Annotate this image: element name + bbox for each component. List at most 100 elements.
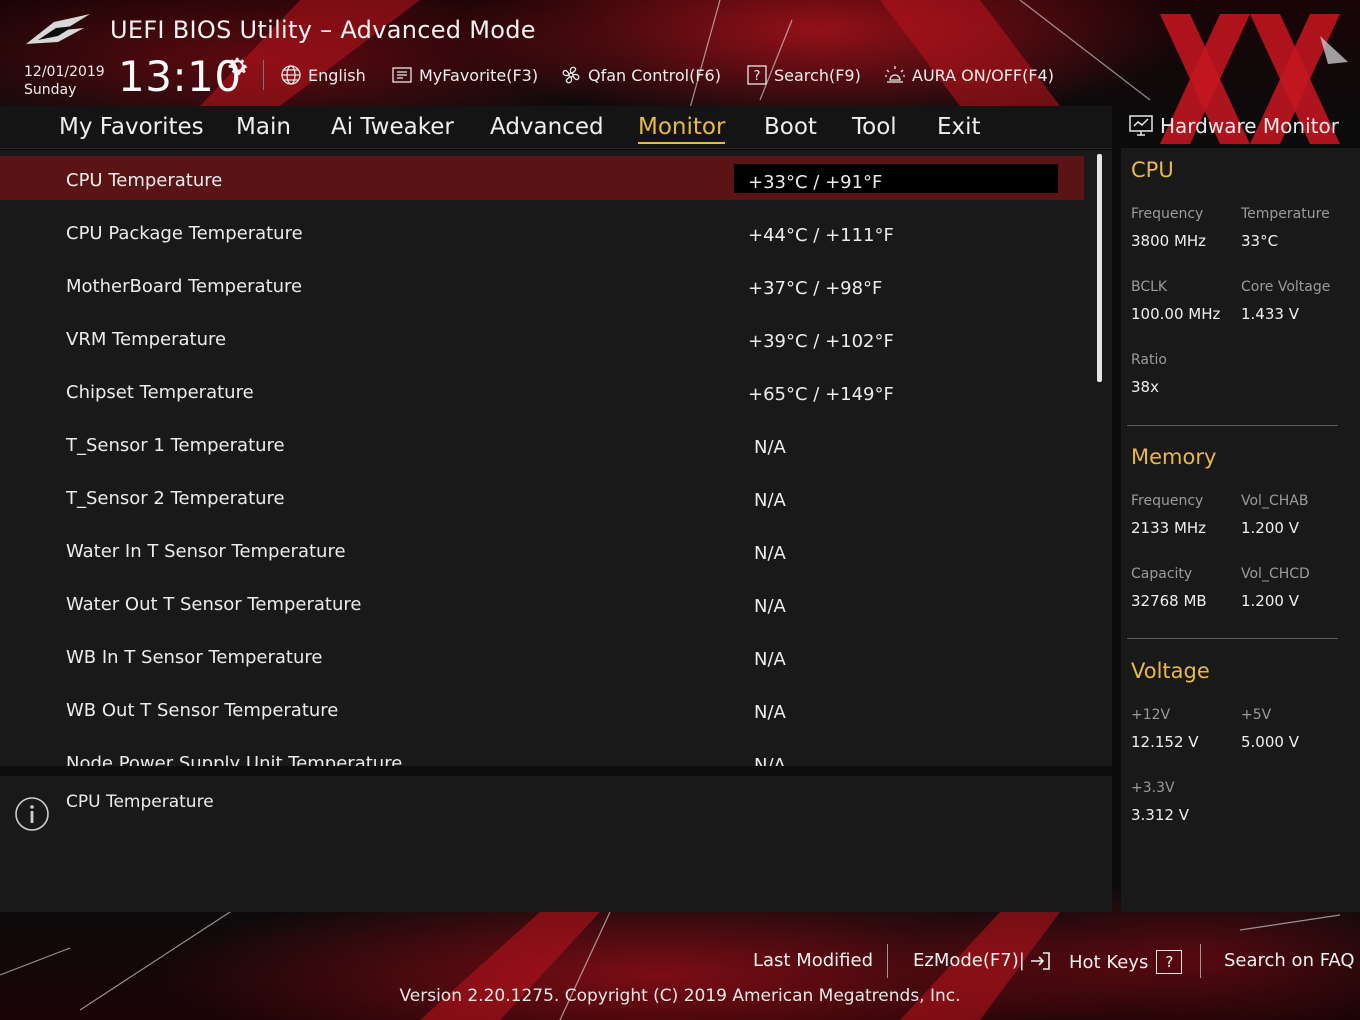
help-text: CPU Temperature [66, 792, 214, 812]
exit-arrow-icon [1030, 951, 1050, 970]
ezmode-label: EzMode(F7)| [913, 950, 1025, 971]
fan-icon [562, 66, 580, 84]
hw-section-voltage: Voltage [1131, 659, 1210, 683]
tab-tool[interactable]: Tool [852, 114, 897, 140]
table-row[interactable]: CPU Temperature +33°C / +91°F [0, 156, 1084, 200]
info-icon [15, 797, 49, 831]
monitor-settings-list: CPU Temperature +33°C / +91°F CPU Packag… [0, 150, 1112, 766]
search-faq-button[interactable]: Search on FAQ [1224, 950, 1355, 971]
tab-advanced[interactable]: Advanced [490, 114, 604, 140]
setting-label: CPU Temperature [66, 170, 223, 191]
setting-value: +37°C / +98°F [748, 278, 883, 299]
globe-icon [281, 65, 301, 85]
aura-light-icon [885, 66, 905, 83]
language-label: English [308, 65, 366, 85]
setting-value: N/A [754, 649, 786, 670]
hw-label: Vol_CHCD [1241, 566, 1310, 582]
rog-eye-logo [26, 14, 90, 44]
hw-value: 38x [1131, 378, 1159, 396]
last-modified-button[interactable]: Last Modified [753, 950, 873, 971]
setting-label: MotherBoard Temperature [66, 276, 303, 297]
table-row[interactable]: WB Out T Sensor Temperature N/A [0, 686, 1084, 730]
table-row[interactable]: Water Out T Sensor Temperature N/A [0, 580, 1084, 624]
setting-value: +33°C / +91°F [748, 172, 883, 193]
setting-label: Water In T Sensor Temperature [66, 541, 346, 562]
setting-label: T_Sensor 2 Temperature [66, 488, 285, 509]
hw-divider [1127, 638, 1338, 639]
setting-label: T_Sensor 1 Temperature [66, 435, 285, 456]
hot-keys-label: Hot Keys [1069, 951, 1149, 973]
myfavorite-button[interactable]: MyFavorite(F3) [391, 64, 538, 86]
hw-value: 12.152 V [1131, 733, 1199, 751]
hot-keys-button[interactable]: Hot Keys ? [1069, 950, 1183, 974]
setting-value: N/A [754, 437, 786, 458]
setting-label: CPU Package Temperature [66, 223, 303, 244]
tab-main[interactable]: Main [236, 114, 291, 140]
tab-my-favorites[interactable]: My Favorites [59, 114, 204, 140]
clock-display: 13:10 [118, 52, 242, 101]
qfan-control-button[interactable]: Qfan Control(F6) [560, 64, 721, 86]
setting-label: WB Out T Sensor Temperature [66, 700, 339, 721]
hw-value: 100.00 MHz [1131, 305, 1221, 323]
search-label: Search(F9) [774, 65, 861, 85]
app-title: UEFI BIOS Utility – Advanced Mode [110, 16, 536, 44]
qfan-label: Qfan Control(F6) [588, 65, 721, 85]
hw-value: 1.433 V [1241, 305, 1299, 323]
table-row[interactable]: Chipset Temperature +65°C / +149°F [0, 368, 1084, 412]
language-button[interactable]: English [280, 64, 366, 86]
hw-label: Capacity [1131, 566, 1193, 582]
hw-label: +3.3V [1131, 780, 1175, 796]
main-menu-bar: My Favorites Main Ai Tweaker Advanced Mo… [0, 106, 1112, 149]
setting-value: N/A [754, 702, 786, 723]
panel-divider [0, 766, 1112, 776]
hw-value: 2133 MHz [1131, 519, 1207, 537]
table-row[interactable]: VRM Temperature +39°C / +102°F [0, 315, 1084, 359]
aura-toggle-button[interactable]: AURA ON/OFF(F4) [884, 64, 1054, 86]
table-row[interactable]: WB In T Sensor Temperature N/A [0, 633, 1084, 677]
tab-exit[interactable]: Exit [937, 114, 981, 140]
setting-value: N/A [754, 543, 786, 564]
setting-label: VRM Temperature [66, 329, 227, 350]
tab-monitor[interactable]: Monitor [638, 114, 726, 144]
hw-value: 3800 MHz [1131, 232, 1207, 250]
table-row[interactable]: Node Power Supply Unit Temperature N/A [0, 739, 1084, 766]
gear-icon[interactable] [226, 54, 250, 78]
table-row[interactable]: MotherBoard Temperature +37°C / +98°F [0, 262, 1084, 306]
footer-divider [1200, 944, 1201, 978]
hw-value: 33°C [1241, 232, 1279, 250]
hw-label: Frequency [1131, 206, 1204, 222]
hw-label: Ratio [1131, 352, 1167, 368]
version-text: Version 2.20.1275. Copyright (C) 2019 Am… [399, 986, 961, 1006]
setting-label: Node Power Supply Unit Temperature [66, 753, 403, 766]
hw-label: Core Voltage [1241, 279, 1331, 295]
hw-label: Temperature [1241, 206, 1330, 222]
hw-label: +5V [1241, 707, 1272, 723]
hw-value: 1.200 V [1241, 519, 1299, 537]
table-row[interactable]: T_Sensor 2 Temperature N/A [0, 474, 1084, 518]
search-faq-label: Search on FAQ [1224, 950, 1355, 971]
setting-value: N/A [754, 490, 786, 511]
tab-ai-tweaker[interactable]: Ai Tweaker [331, 114, 454, 140]
hw-value: 5.000 V [1241, 733, 1299, 751]
aura-label: AURA ON/OFF(F4) [912, 65, 1054, 85]
hw-label: +12V [1131, 707, 1171, 723]
table-row[interactable]: CPU Package Temperature +44°C / +111°F [0, 209, 1084, 253]
monitor-icon [1129, 115, 1153, 136]
setting-value: N/A [754, 755, 786, 766]
hw-value: 3.312 V [1131, 806, 1189, 824]
header-divider [263, 60, 264, 90]
hw-value: 1.200 V [1241, 592, 1299, 610]
last-modified-label: Last Modified [753, 950, 874, 971]
setting-label: Chipset Temperature [66, 382, 254, 403]
day-display: Sunday [24, 82, 77, 98]
tab-boot[interactable]: Boot [764, 114, 817, 140]
search-button[interactable]: ? Search(F9) [746, 64, 861, 86]
setting-value: N/A [754, 596, 786, 617]
hw-divider [1127, 425, 1338, 426]
table-row[interactable]: T_Sensor 1 Temperature N/A [0, 421, 1084, 465]
ezmode-button[interactable]: EzMode(F7)| [913, 950, 1051, 971]
svg-text:?: ? [754, 69, 761, 84]
footer-divider [887, 944, 888, 978]
table-row[interactable]: Water In T Sensor Temperature N/A [0, 527, 1084, 571]
list-scrollbar[interactable] [1097, 154, 1102, 382]
